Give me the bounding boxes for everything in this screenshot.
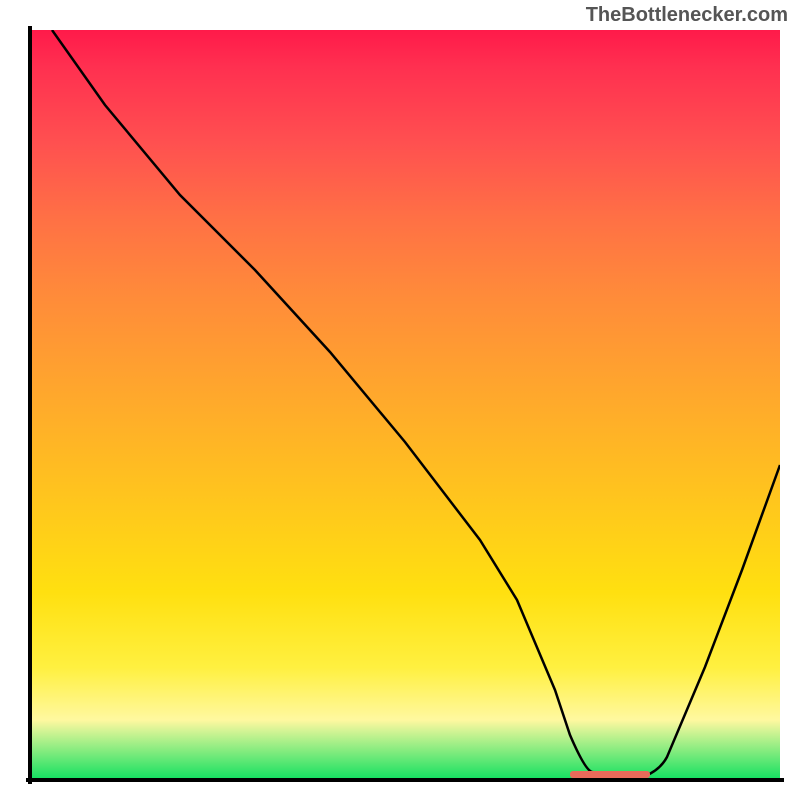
watermark-text: TheBottlenecker.com [586, 4, 788, 27]
axes-svg [0, 0, 800, 800]
chart-container: TheBottlenecker.com [0, 0, 800, 800]
